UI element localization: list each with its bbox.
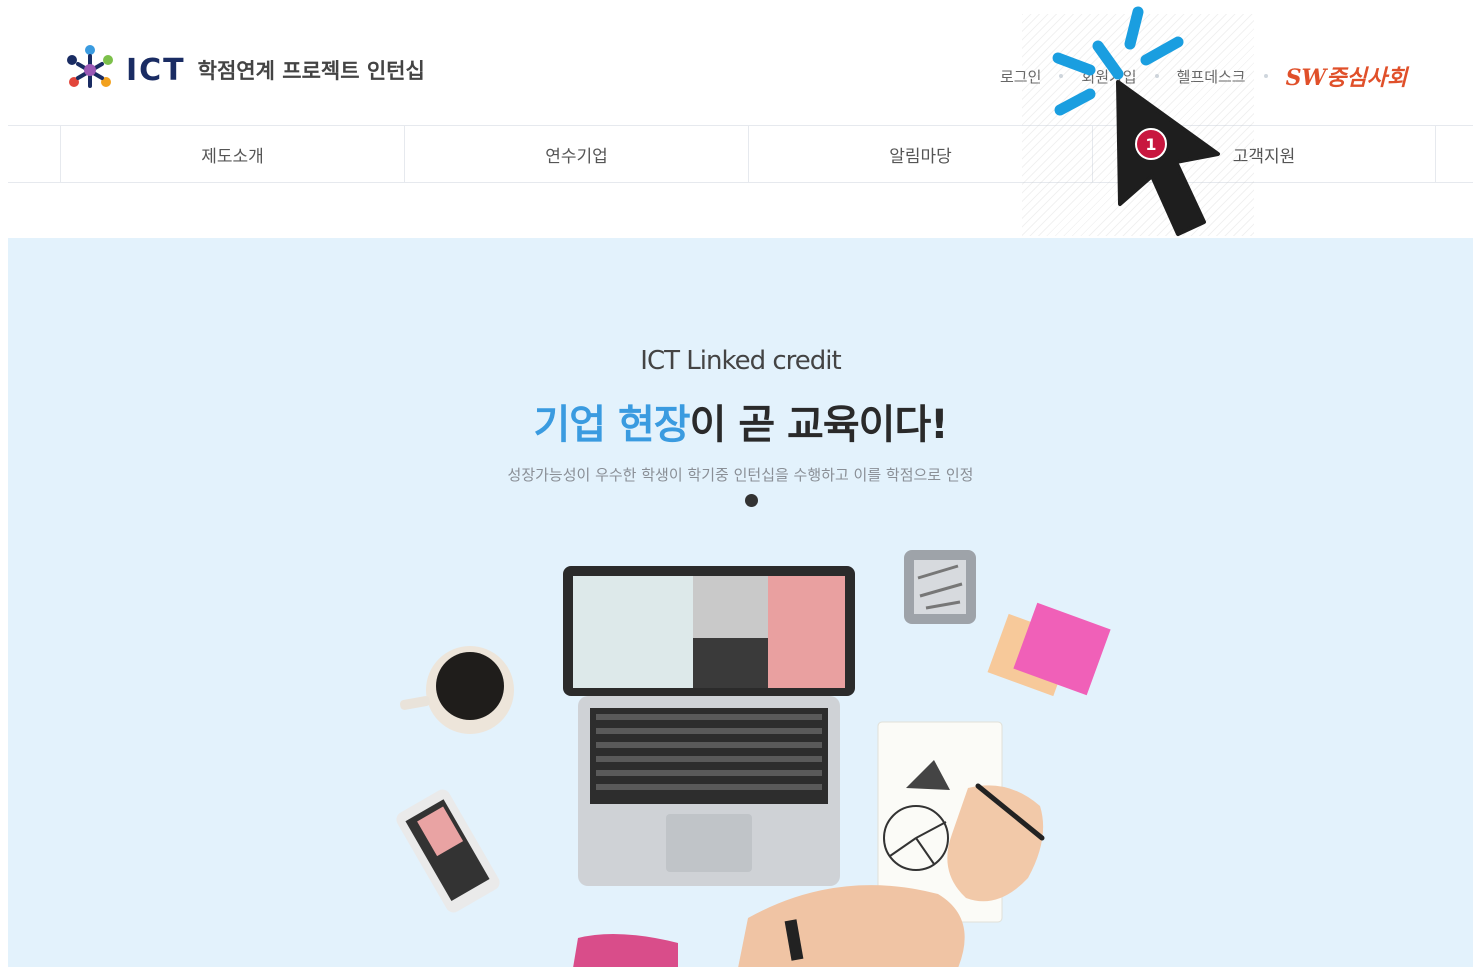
hero-title-highlight: 기업 현장 <box>533 402 690 448</box>
login-link[interactable]: 로그인 <box>1000 66 1041 87</box>
hero-banner: ICT Linked credit 기업 현장이 곧 교육이다! 성장가능성이 … <box>8 238 1473 967</box>
clip-holder-icon <box>904 550 976 624</box>
nav-item-intro[interactable]: 제도소개 <box>60 126 404 183</box>
laptop-icon <box>563 566 855 886</box>
hero-eyebrow: ICT Linked credit <box>640 346 841 376</box>
desk-illustration <box>396 550 1111 967</box>
sticky-notes-icon <box>987 602 1111 697</box>
slide-indicator-dot[interactable] <box>745 494 758 507</box>
logo-ict-text: ICT <box>126 52 186 88</box>
hero-subtitle: 성장가능성이 우수한 학생이 학기중 인턴십을 수행하고 이를 학점으로 인정 <box>507 466 974 484</box>
phone-icon <box>396 789 500 913</box>
hero-title: 기업 현장이 곧 교육이다! <box>8 392 1473 450</box>
nav-item-companies[interactable]: 연수기업 <box>404 126 748 183</box>
coffee-cup-icon <box>399 646 514 734</box>
click-cursor-icon <box>1052 6 1220 236</box>
logo-people-icon <box>67 45 113 88</box>
sw-brand-link[interactable]: SW중심사회 <box>1286 60 1408 92</box>
hero-title-rest: 이 곧 교육이다! <box>689 402 949 448</box>
step-number-badge: 1 <box>1135 128 1167 160</box>
site-logo[interactable]: ICT 학점연계 프로젝트 인턴십 <box>62 42 425 98</box>
logo-title: 학점연계 프로젝트 인턴십 <box>197 59 425 83</box>
sleeve-pattern <box>573 934 678 967</box>
